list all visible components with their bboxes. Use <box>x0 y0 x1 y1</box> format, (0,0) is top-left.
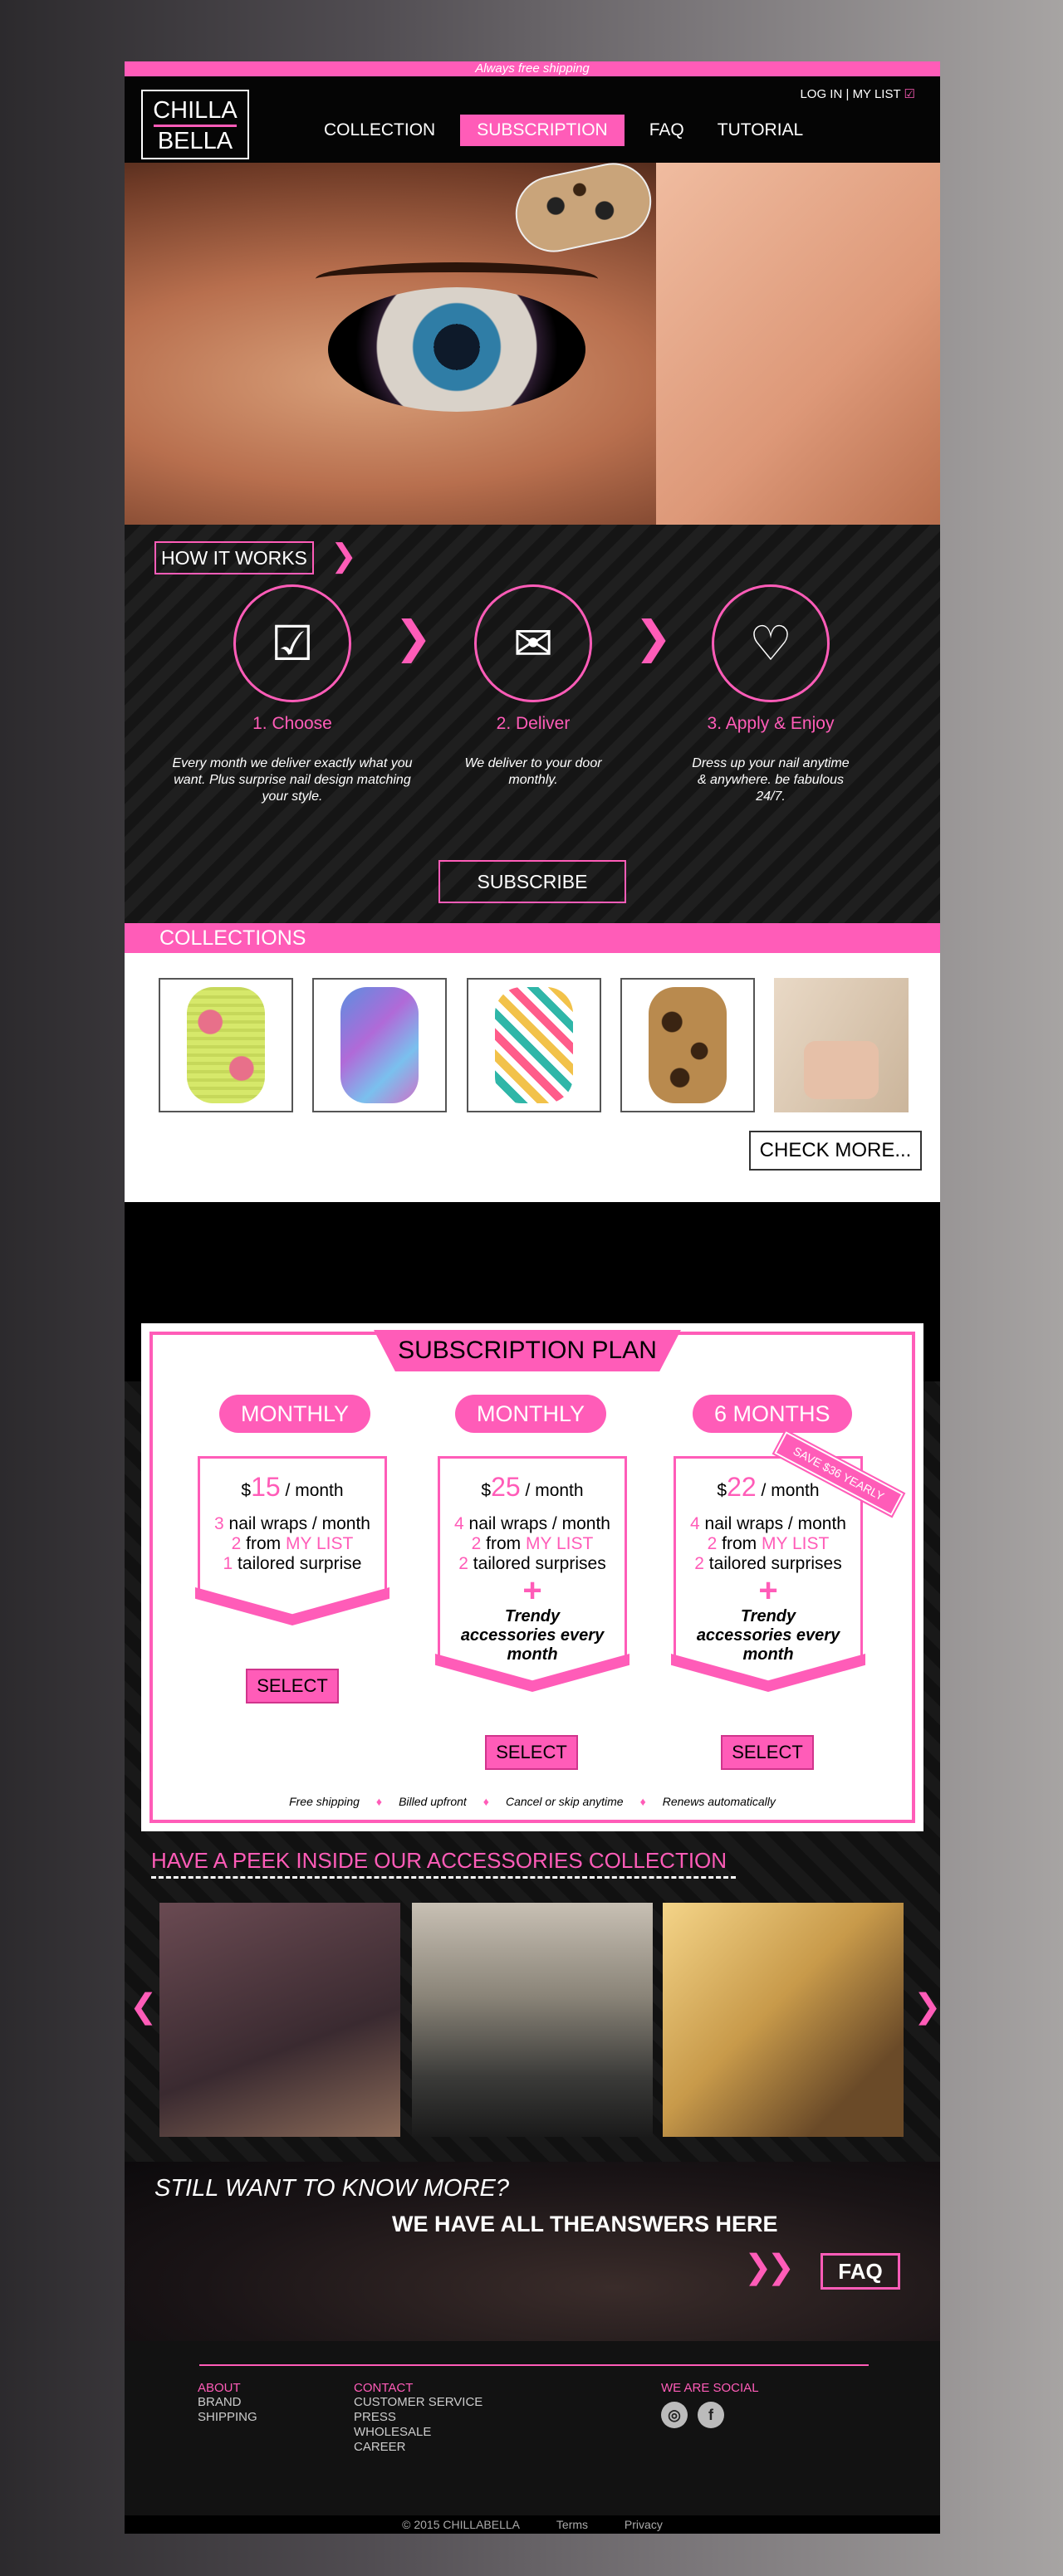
nav-faq[interactable]: FAQ <box>633 115 701 146</box>
social-heading: WE ARE SOCIAL <box>661 2381 759 2395</box>
contact-heading: CONTACT <box>354 2381 414 2395</box>
feature: Cancel or skip anytime <box>505 1795 624 1808</box>
header: CHILLA BELLA LOG IN | MY LIST ☑ COLLECTI… <box>125 76 940 163</box>
diamond-icon: ♦ <box>483 1795 489 1808</box>
step-title: 3. Apply & Enjoy <box>707 714 835 733</box>
logo-line2: BELLA <box>157 128 233 154</box>
instagram-icon[interactable]: ◎ <box>661 2402 688 2428</box>
subscribe-button[interactable]: SUBSCRIBE <box>438 860 626 903</box>
plus-icon: + <box>758 1572 778 1609</box>
nav-collection[interactable]: COLLECTION <box>307 115 452 146</box>
footer-link[interactable]: WHOLESALE <box>354 2425 483 2440</box>
peek-title: HAVE A PEEK INSIDE OUR ACCESSORIES COLLE… <box>151 1848 727 1873</box>
carousel-next-icon[interactable]: ❯ <box>914 1987 940 2026</box>
hero-finger <box>656 163 940 525</box>
promo-headline: STILL WANT TO KNOW MORE? <box>154 2175 510 2202</box>
plan-card: $25 / month 4 nail wraps / month 2 from … <box>438 1456 627 1664</box>
step-title: 2. Deliver <box>496 714 571 733</box>
terms-link[interactable]: Terms <box>556 2518 588 2531</box>
how-it-works-section: HOW IT WORKS ❯ ☑ ❯ ✉ ❯ ♡ 1. Choose 2. De… <box>125 525 940 923</box>
footer: ABOUT BRAND SHIPPING CONTACT CUSTOMER SE… <box>125 2341 940 2515</box>
diamond-icon: ♦ <box>639 1795 646 1808</box>
accessory-photo[interactable] <box>159 1903 400 2137</box>
subscription-plan-title: SUBSCRIPTION PLAN <box>374 1330 681 1371</box>
subscription-plan-section: SUBSCRIPTION PLAN MONTHLY MONTHLY 6 MONT… <box>141 1323 923 1831</box>
shipping-banner: Always free shipping <box>125 61 940 76</box>
footer-link[interactable]: BRAND <box>198 2395 257 2410</box>
facebook-icon[interactable]: f <box>698 2402 724 2428</box>
login-link[interactable]: LOG IN <box>800 87 842 101</box>
footer-link[interactable]: CUSTOMER SERVICE <box>354 2395 483 2410</box>
main-nav: COLLECTION SUBSCRIPTION FAQ TUTORIAL <box>307 115 820 146</box>
about-heading: ABOUT <box>198 2381 241 2395</box>
checkbox-icon: ☑ <box>233 584 351 702</box>
envelope-icon: ✉ <box>474 584 592 702</box>
feature: Billed upfront <box>399 1795 467 1808</box>
nav-tutorial[interactable]: TUTORIAL <box>701 115 820 146</box>
promo-subline: WE HAVE ALL THEANSWERS HERE <box>392 2212 778 2236</box>
how-it-works-title: HOW IT WORKS <box>154 541 314 574</box>
logo[interactable]: CHILLA BELLA <box>141 90 249 159</box>
step-desc: Every month we deliver exactly what you … <box>172 756 413 804</box>
plan-name: MONTHLY <box>219 1395 371 1433</box>
chevron-right-icon: ❯ <box>394 613 433 662</box>
plan-name: MONTHLY <box>455 1395 607 1433</box>
privacy-link[interactable]: Privacy <box>625 2518 663 2531</box>
step-desc: Dress up your nail anytime & anywhere. b… <box>692 756 850 804</box>
my-list-link[interactable]: MY LIST <box>853 87 901 101</box>
copyright-bar: © 2015 CHILLABELLA Terms Privacy <box>125 2515 940 2534</box>
footer-link[interactable]: SHIPPING <box>198 2410 257 2425</box>
dashed-divider <box>151 1876 736 1879</box>
separator: | <box>845 87 850 101</box>
account-links: LOG IN | MY LIST ☑ <box>800 86 915 101</box>
collection-item[interactable] <box>620 978 755 1112</box>
collection-item[interactable] <box>159 978 293 1112</box>
nav-subscription[interactable]: SUBSCRIPTION <box>460 115 625 146</box>
hero-image <box>125 155 940 525</box>
hero-eye <box>328 287 585 412</box>
select-button[interactable]: SELECT <box>721 1735 814 1770</box>
step-title: 1. Choose <box>252 714 332 733</box>
collection-item[interactable] <box>774 978 909 1112</box>
carousel-prev-icon[interactable]: ❮ <box>130 1987 158 2026</box>
plan-name: 6 MONTHS <box>693 1395 852 1433</box>
step-desc: We deliver to your door monthly. <box>464 756 602 787</box>
copyright: © 2015 CHILLABELLA <box>402 2518 521 2531</box>
double-chevron-icon: ❯❯ <box>744 2249 795 2285</box>
collections-title: COLLECTIONS <box>125 923 940 953</box>
accessory-photo[interactable] <box>663 1903 904 2137</box>
plus-icon: + <box>522 1572 542 1609</box>
select-button[interactable]: SELECT <box>485 1735 578 1770</box>
footer-link[interactable]: PRESS <box>354 2410 483 2425</box>
check-more-button[interactable]: CHECK MORE... <box>749 1131 922 1171</box>
feature: Free shipping <box>289 1795 360 1808</box>
select-button[interactable]: SELECT <box>246 1669 339 1703</box>
faq-button[interactable]: FAQ <box>821 2253 900 2290</box>
footer-social: WE ARE SOCIAL ◎ f <box>661 2381 759 2428</box>
plan-features: Free shipping ♦ Billed upfront ♦ Cancel … <box>141 1795 923 1808</box>
footer-about: ABOUT BRAND SHIPPING <box>198 2381 257 2425</box>
accessory-photo[interactable] <box>412 1903 653 2137</box>
footer-divider <box>199 2364 869 2366</box>
plan-card: $15 / month 3 nail wraps / month 2 from … <box>198 1456 387 1596</box>
footer-link[interactable]: CAREER <box>354 2440 483 2455</box>
footer-contact: CONTACT CUSTOMER SERVICE PRESS WHOLESALE… <box>354 2381 483 2455</box>
checklist-icon: ☑ <box>904 87 915 101</box>
feature: Renews automatically <box>662 1795 776 1808</box>
page: Always free shipping CHILLA BELLA LOG IN… <box>125 61 940 2534</box>
logo-line1: CHILLA <box>153 97 238 124</box>
chevron-right-icon: ❯ <box>634 613 673 662</box>
collection-item[interactable] <box>467 978 601 1112</box>
collections-section: CHECK MORE... <box>125 953 940 1202</box>
hero-leopard-nail <box>508 155 659 260</box>
plan-card: $22 / month 4 nail wraps / month 2 from … <box>674 1456 863 1664</box>
collection-item[interactable] <box>312 978 447 1112</box>
heart-icon: ♡ <box>712 584 830 702</box>
diamond-icon: ♦ <box>375 1795 383 1808</box>
chevron-right-icon: ❯ <box>331 539 357 574</box>
